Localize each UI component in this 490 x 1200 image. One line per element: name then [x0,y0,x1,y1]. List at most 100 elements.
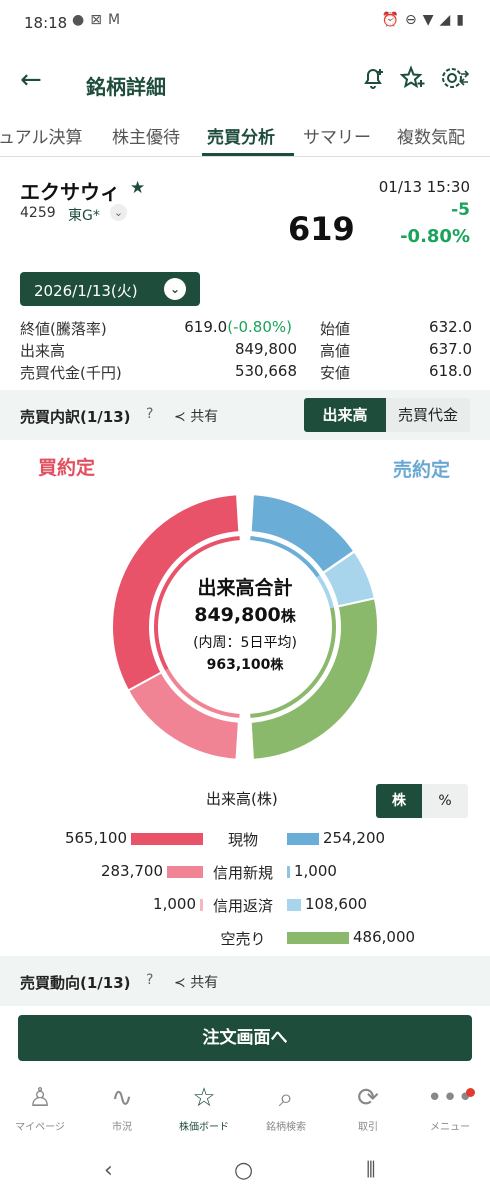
battery-icon: ▮ [456,12,470,28]
date-selector[interactable]: 2026/1/13(火) ⌄ [20,272,200,306]
high-value: 637.0 [429,340,472,358]
open-value: 632.0 [429,318,472,336]
toggle-volume[interactable]: 出来高 [304,398,386,432]
nav-mypage[interactable]: ♙ マイページ [0,1078,80,1133]
status-time: 18:18 [24,14,68,32]
nav-label: 市況 [112,1122,132,1133]
system-recents-icon[interactable]: ⦀ [366,1158,376,1183]
star-icon: ☆ [192,1083,216,1113]
breakdown-label: 信用返済 [212,897,273,915]
sell-value: 108,600 [305,895,368,913]
notification-icons: ●⊠M [72,12,126,28]
price-change: -5 [451,200,470,220]
trend-section-header: 売買動向(1/13) ? ≺ 共有 [0,956,490,1006]
buy-bar [167,866,203,878]
breakdown-label: 信用新規 [212,864,273,882]
active-tab-indicator [202,153,294,156]
donut-center-sub: (内周：5日平均) [193,635,297,651]
nav-stock-board[interactable]: ☆ 株価ボード [164,1078,244,1133]
sell-value: 486,000 [353,928,416,946]
stats-labels-right: 始値 高値 安値 [320,318,350,384]
nav-menu[interactable]: ••• メニュー [410,1078,490,1133]
system-navigation: ‹ ○ ⦀ [0,1150,490,1200]
trend-share-label: 共有 [190,975,219,991]
unit-toggle-percent[interactable]: % [422,784,468,818]
stock-name: エクサウィ [20,180,120,204]
share-button[interactable]: ≺ 共有 [174,406,218,426]
nav-market[interactable]: ∿ 市況 [82,1078,162,1133]
unit-toggle-shares[interactable]: 株 [376,784,422,818]
settings-icon[interactable] [440,65,470,97]
donut-center-avg-wrap: 963,100株 [165,654,325,673]
tab-annual-results[interactable]: ュアル決算 [0,123,83,148]
stats-labels-left: 終値(騰落率) 出来高 売買代金(千円) [20,318,122,384]
tab-summary[interactable]: サマリー [303,123,371,148]
bell-plus-icon[interactable] [360,65,386,97]
close-value: 619.0 [184,318,228,336]
system-home-icon[interactable]: ○ [234,1158,253,1183]
volume-value: 849,800 [234,340,297,358]
mail-icon: M [107,12,127,28]
date-selector-value: 2026/1/13(火) [34,282,138,300]
tab-strip: ュアル決算 株主優待 売買分析 サマリー 複数気配 [0,113,490,157]
dnd-icon: ⊖ [404,12,423,28]
share-label: 共有 [190,409,219,425]
nav-label: メニュー [430,1122,470,1133]
breakdown-section-header: 売買内訳(1/13) ? ≺ 共有 出来高 売買代金 [0,390,490,440]
donut-center-unit: 株 [280,607,296,625]
volume-unit-label: 出来高(株) [206,790,278,808]
close-value-wrap: 619.0(-0.80%) [160,318,292,336]
stock-code: 4259 [20,205,56,221]
sell-side-label: 売約定 [392,459,450,481]
turnover-value: 530,668 [234,362,297,380]
nav-label: 株価ボード [179,1122,229,1133]
sell-bar [287,866,290,878]
star-plus-icon[interactable] [399,65,426,97]
status-bar: 18:18 ●⊠M ⏰⊖▼◢▮ [0,0,490,50]
tab-multiple-quotes[interactable]: 複数気配 [397,123,465,148]
alarm-icon: ⏰ [381,12,405,28]
system-back-icon[interactable]: ‹ [104,1158,113,1183]
tab-trade-analysis[interactable]: 売買分析 [207,123,275,148]
sell-bar [287,932,349,944]
breakdown-title: 売買内訳(1/13) [20,408,131,426]
nav-label: 銘柄検索 [266,1122,306,1133]
donut-center-total: 849,800 [194,604,281,626]
menu-icon: ••• [426,1083,473,1113]
buy-value: 565,100 [64,829,127,847]
buy-bar [200,899,203,911]
volume-label: 出来高 [20,342,66,360]
close-pct: (-0.80%) [227,318,292,336]
wifi-icon: ▼ [422,12,440,28]
order-screen-button[interactable]: 注文画面へ [18,1015,472,1061]
search-icon: ⌕ [278,1083,294,1113]
open-label: 始値 [320,320,351,338]
favorite-star-icon[interactable]: ★ [130,178,145,198]
person-icon: ♙ [28,1083,52,1113]
sim-icon: ⊠ [90,12,108,28]
breakdown-label: 空売り [220,930,266,948]
market-chevron-down-icon[interactable]: ⌄ [110,204,127,221]
page-title: 銘柄詳細 [86,75,166,99]
line-icon: ● [72,12,91,28]
stock-market[interactable]: 東G* [68,205,100,225]
volume-donut-chart [111,494,379,760]
tab-shareholder-benefits[interactable]: 株主優待 [112,123,180,148]
toggle-turnover[interactable]: 売買代金 [386,398,470,432]
sell-bar [287,899,301,911]
system-icons: ⏰⊖▼◢▮ [382,12,470,28]
help-icon[interactable]: ? [146,406,153,422]
trend-share-button[interactable]: ≺ 共有 [174,972,218,992]
buy-bar [131,833,203,845]
share-icon: ≺ [174,409,191,425]
chevron-down-icon: ⌄ [164,278,186,300]
buy-value: 283,700 [100,862,163,880]
nav-trade[interactable]: ⟳ 取引 [328,1078,408,1133]
back-arrow-icon[interactable]: ← [20,65,42,95]
nav-stock-search[interactable]: ⌕ 銘柄検索 [246,1078,326,1133]
turnover-label: 売買代金(千円) [20,364,122,382]
bottom-navigation: ♙ マイページ ∿ 市況 ☆ 株価ボード ⌕ 銘柄検索 ⟳ 取引 ••• メニュー [0,1078,490,1148]
trend-help-icon[interactable]: ? [146,972,153,988]
notification-dot [466,1088,475,1097]
sell-value: 254,200 [323,829,386,847]
